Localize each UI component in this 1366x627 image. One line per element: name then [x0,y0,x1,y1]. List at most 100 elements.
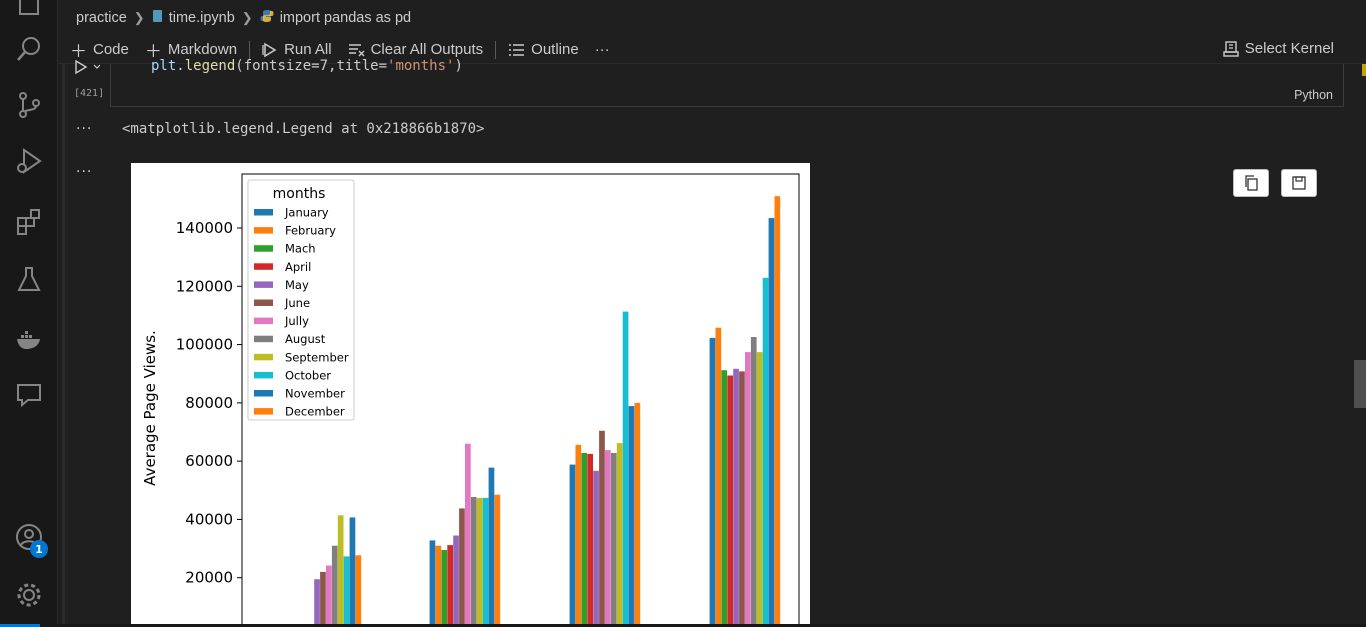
extensions-icon[interactable] [12,204,46,238]
toolbar-divider [495,40,497,59]
legend-swatch [254,281,273,288]
bar [331,545,338,627]
outline-button[interactable]: Outline [508,41,579,58]
bar [349,517,356,627]
legend-entry: April [285,260,311,274]
y-tick-label: 60000 [185,452,233,470]
legend-swatch [254,317,273,325]
bar [441,550,448,627]
copy-icon [1245,175,1258,191]
bar [494,494,501,627]
bar [337,515,344,627]
breadcrumb-folder[interactable]: practice [76,10,127,26]
explorer-icon[interactable] [12,0,46,20]
bar [488,467,495,627]
legend-entry: January [284,206,329,220]
bar [435,545,442,627]
source-control-icon[interactable] [12,88,46,122]
bar [320,571,326,627]
legend-entry: Jully [284,314,309,328]
run-all-label: Run All [284,41,332,58]
docker-icon[interactable] [12,322,46,356]
more-actions-button[interactable]: ··· [595,41,610,58]
bar [715,327,722,627]
legend-swatch [254,408,273,415]
bar [569,464,576,627]
bar [733,368,739,627]
cell-language-label[interactable]: Python [1294,88,1333,102]
clear-all-outputs-label: Clear All Outputs [370,41,484,58]
legend-swatch [254,263,273,270]
run-debug-icon[interactable] [12,144,46,178]
bar [768,218,775,627]
code-token-function: legend [184,58,236,74]
bar [465,443,471,627]
run-cell-button[interactable] [74,59,101,78]
output-text: <matplotlib.legend.Legend at 0x218866b18… [122,121,485,137]
y-tick-label: 100000 [176,336,233,354]
y-tick-label: 120000 [176,277,233,295]
bar [355,555,362,627]
run-all-icon [262,42,278,58]
bar [343,556,350,627]
bar [593,470,599,627]
legend-swatch [254,371,273,379]
bar [610,453,617,627]
copy-image-button[interactable] [1233,169,1269,197]
bar [628,406,635,627]
bar [616,443,623,627]
legend-swatch [254,390,273,397]
bar [750,337,757,627]
bar [575,444,582,627]
y-tick-label: 140000 [176,219,233,237]
code-cell-editor[interactable]: plt.legend(fontsize=7,title='months') Py… [110,58,1344,107]
python-icon [260,9,274,27]
code-token-object: plt. [151,58,185,74]
bar [314,579,320,627]
breadcrumb-file[interactable]: time.ipynb [169,10,235,26]
bar [739,371,745,627]
output-actions-button[interactable]: ··· [76,121,92,137]
output-actions-button[interactable]: ··· [76,164,92,180]
legend-swatch [254,335,273,343]
save-icon [1292,176,1306,190]
search-icon[interactable] [12,32,46,66]
bar [470,497,477,627]
select-kernel-button[interactable]: Select Kernel [1223,40,1334,57]
outline-list-icon [508,43,525,57]
chat-icon[interactable] [12,378,46,412]
bar [476,497,483,627]
overview-ruler-marker [1362,64,1366,76]
testing-flask-icon[interactable] [12,262,46,296]
notebook-file-icon [152,9,163,27]
bar [634,402,641,627]
vertical-scrollbar-thumb[interactable] [1354,360,1366,408]
legend-entry: May [285,278,309,292]
code-token-string: 'months' [387,58,455,74]
legend-entry: October [285,368,331,382]
settings-gear-icon[interactable] [12,578,46,612]
toolbar-divider [249,40,251,59]
code-line[interactable]: plt.legend(fontsize=7,title='months') [151,58,463,74]
legend-swatch [254,299,273,306]
bar [721,370,728,627]
add-markdown-label: Markdown [167,41,238,58]
bar [774,196,781,627]
bar [482,497,489,627]
save-image-button[interactable] [1281,169,1317,197]
bar [709,337,716,627]
legend-entry: Mach [285,242,316,256]
bar [453,535,459,627]
kernel-server-icon [1223,40,1239,57]
breadcrumb-cell[interactable]: import pandas as pd [280,10,411,26]
bar [622,311,629,627]
bar-chart: 20000 40000 60000 80000 100000 120000 140000 Av… [141,173,800,627]
chevron-right-icon: ❯ [133,10,145,25]
add-code-cell-button[interactable]: ＋ Code [70,37,129,62]
run-all-button[interactable]: Run All [262,41,332,58]
clear-all-outputs-button[interactable]: Clear All Outputs [348,41,484,58]
bar [599,430,605,627]
outline-label: Outline [531,41,579,58]
bar [447,545,453,627]
legend-title: months [273,186,326,202]
